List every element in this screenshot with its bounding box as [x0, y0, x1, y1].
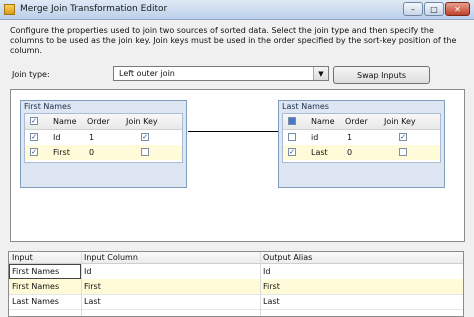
app-icon [4, 4, 15, 15]
grid-row[interactable]: First Names First First [9, 279, 463, 295]
column-name: Id [53, 133, 61, 142]
right-table-header-row: Name Order Join Key [283, 114, 440, 130]
join-type-label: Join type: [12, 70, 50, 79]
grid-cell-output-alias[interactable]: First [263, 282, 280, 291]
grid-header-input-column: Input Column [84, 253, 138, 262]
join-key-checkbox[interactable] [399, 148, 407, 156]
right-table-title: Last Names [282, 102, 329, 111]
row-select-checkbox[interactable]: ✓ [288, 148, 296, 156]
join-key-checkbox[interactable]: ✓ [399, 133, 407, 141]
column-order: 1 [89, 133, 95, 142]
join-type-value: Left outer join [119, 69, 175, 78]
column-order: 0 [347, 148, 353, 157]
column-header-order: Order [87, 117, 110, 126]
row-select-checkbox[interactable]: ✓ [30, 133, 38, 141]
left-table-header-row: ✓ Name Order Join Key [25, 114, 182, 130]
select-all-checkbox[interactable]: ✓ [30, 117, 38, 125]
join-connector-line [188, 131, 278, 132]
column-name: First [53, 148, 70, 157]
row-select-checkbox[interactable] [288, 133, 296, 141]
join-type-dropdown[interactable]: Left outer join ▼ [113, 66, 329, 81]
column-name: Last [311, 148, 328, 157]
row-select-checkbox[interactable]: ✓ [30, 148, 38, 156]
grid-header-output-alias: Output Alias [263, 253, 313, 262]
left-table-title: First Names [24, 102, 72, 111]
grid-column-divider[interactable] [81, 252, 82, 316]
grid-header-input: Input [12, 253, 33, 262]
grid-row[interactable]: First Names Id Id [9, 264, 463, 280]
left-table-body: ✓ Name Order Join Key ✓ Id 1 ✓ ✓ First 0 [24, 113, 183, 163]
grid-cell-output-alias[interactable]: Last [263, 297, 280, 306]
close-button[interactable]: ✕ [445, 2, 470, 16]
title-bar: Merge Join Transformation Editor – □ ✕ [0, 0, 474, 20]
join-key-checkbox[interactable] [141, 148, 149, 156]
minimize-icon: – [411, 4, 415, 14]
left-table-row[interactable]: ✓ First 0 [25, 145, 182, 160]
description-text: Configure the properties used to join tw… [10, 26, 457, 55]
select-all-checkbox[interactable] [288, 117, 296, 125]
grid-cell-input-column[interactable]: First [84, 282, 101, 291]
join-key-checkbox[interactable]: ✓ [141, 133, 149, 141]
close-icon: ✕ [454, 4, 461, 14]
column-name: id [311, 133, 319, 142]
output-columns-grid: Input Input Column Output Alias First Na… [8, 251, 464, 317]
column-order: 0 [89, 148, 95, 157]
window-title: Merge Join Transformation Editor [20, 4, 168, 14]
column-header-order: Order [345, 117, 368, 126]
column-order: 1 [347, 133, 353, 142]
column-header-name: Name [53, 117, 77, 126]
column-header-name: Name [311, 117, 335, 126]
grid-cell-input-column[interactable]: Id [84, 267, 91, 276]
right-input-table[interactable]: Last Names Name Order Join Key id 1 ✓ ✓ … [278, 100, 445, 188]
right-table-row[interactable]: id 1 ✓ [283, 130, 440, 145]
chevron-down-icon[interactable]: ▼ [313, 67, 328, 80]
maximize-button[interactable]: □ [424, 2, 444, 16]
column-header-join-key: Join Key [384, 117, 416, 126]
grid-header-row: Input Input Column Output Alias [9, 252, 463, 264]
left-input-table[interactable]: First Names ✓ Name Order Join Key ✓ Id 1… [20, 100, 187, 188]
minimize-button[interactable]: – [403, 2, 423, 16]
column-header-join-key: Join Key [126, 117, 158, 126]
grid-row[interactable]: Last Names Last Last [9, 294, 463, 310]
maximize-icon: □ [430, 4, 438, 14]
grid-cell-input[interactable]: First Names [12, 282, 59, 291]
right-table-row[interactable]: ✓ Last 0 [283, 145, 440, 160]
grid-cell-output-alias[interactable]: Id [263, 267, 270, 276]
swap-inputs-button[interactable]: Swap Inputs [333, 66, 430, 84]
grid-column-divider[interactable] [260, 252, 261, 316]
right-table-body: Name Order Join Key id 1 ✓ ✓ Last 0 [282, 113, 441, 163]
left-table-row[interactable]: ✓ Id 1 ✓ [25, 130, 182, 145]
grid-cell-input[interactable]: First Names [12, 267, 59, 276]
grid-cell-input-column[interactable]: Last [84, 297, 101, 306]
grid-cell-input[interactable]: Last Names [12, 297, 59, 306]
